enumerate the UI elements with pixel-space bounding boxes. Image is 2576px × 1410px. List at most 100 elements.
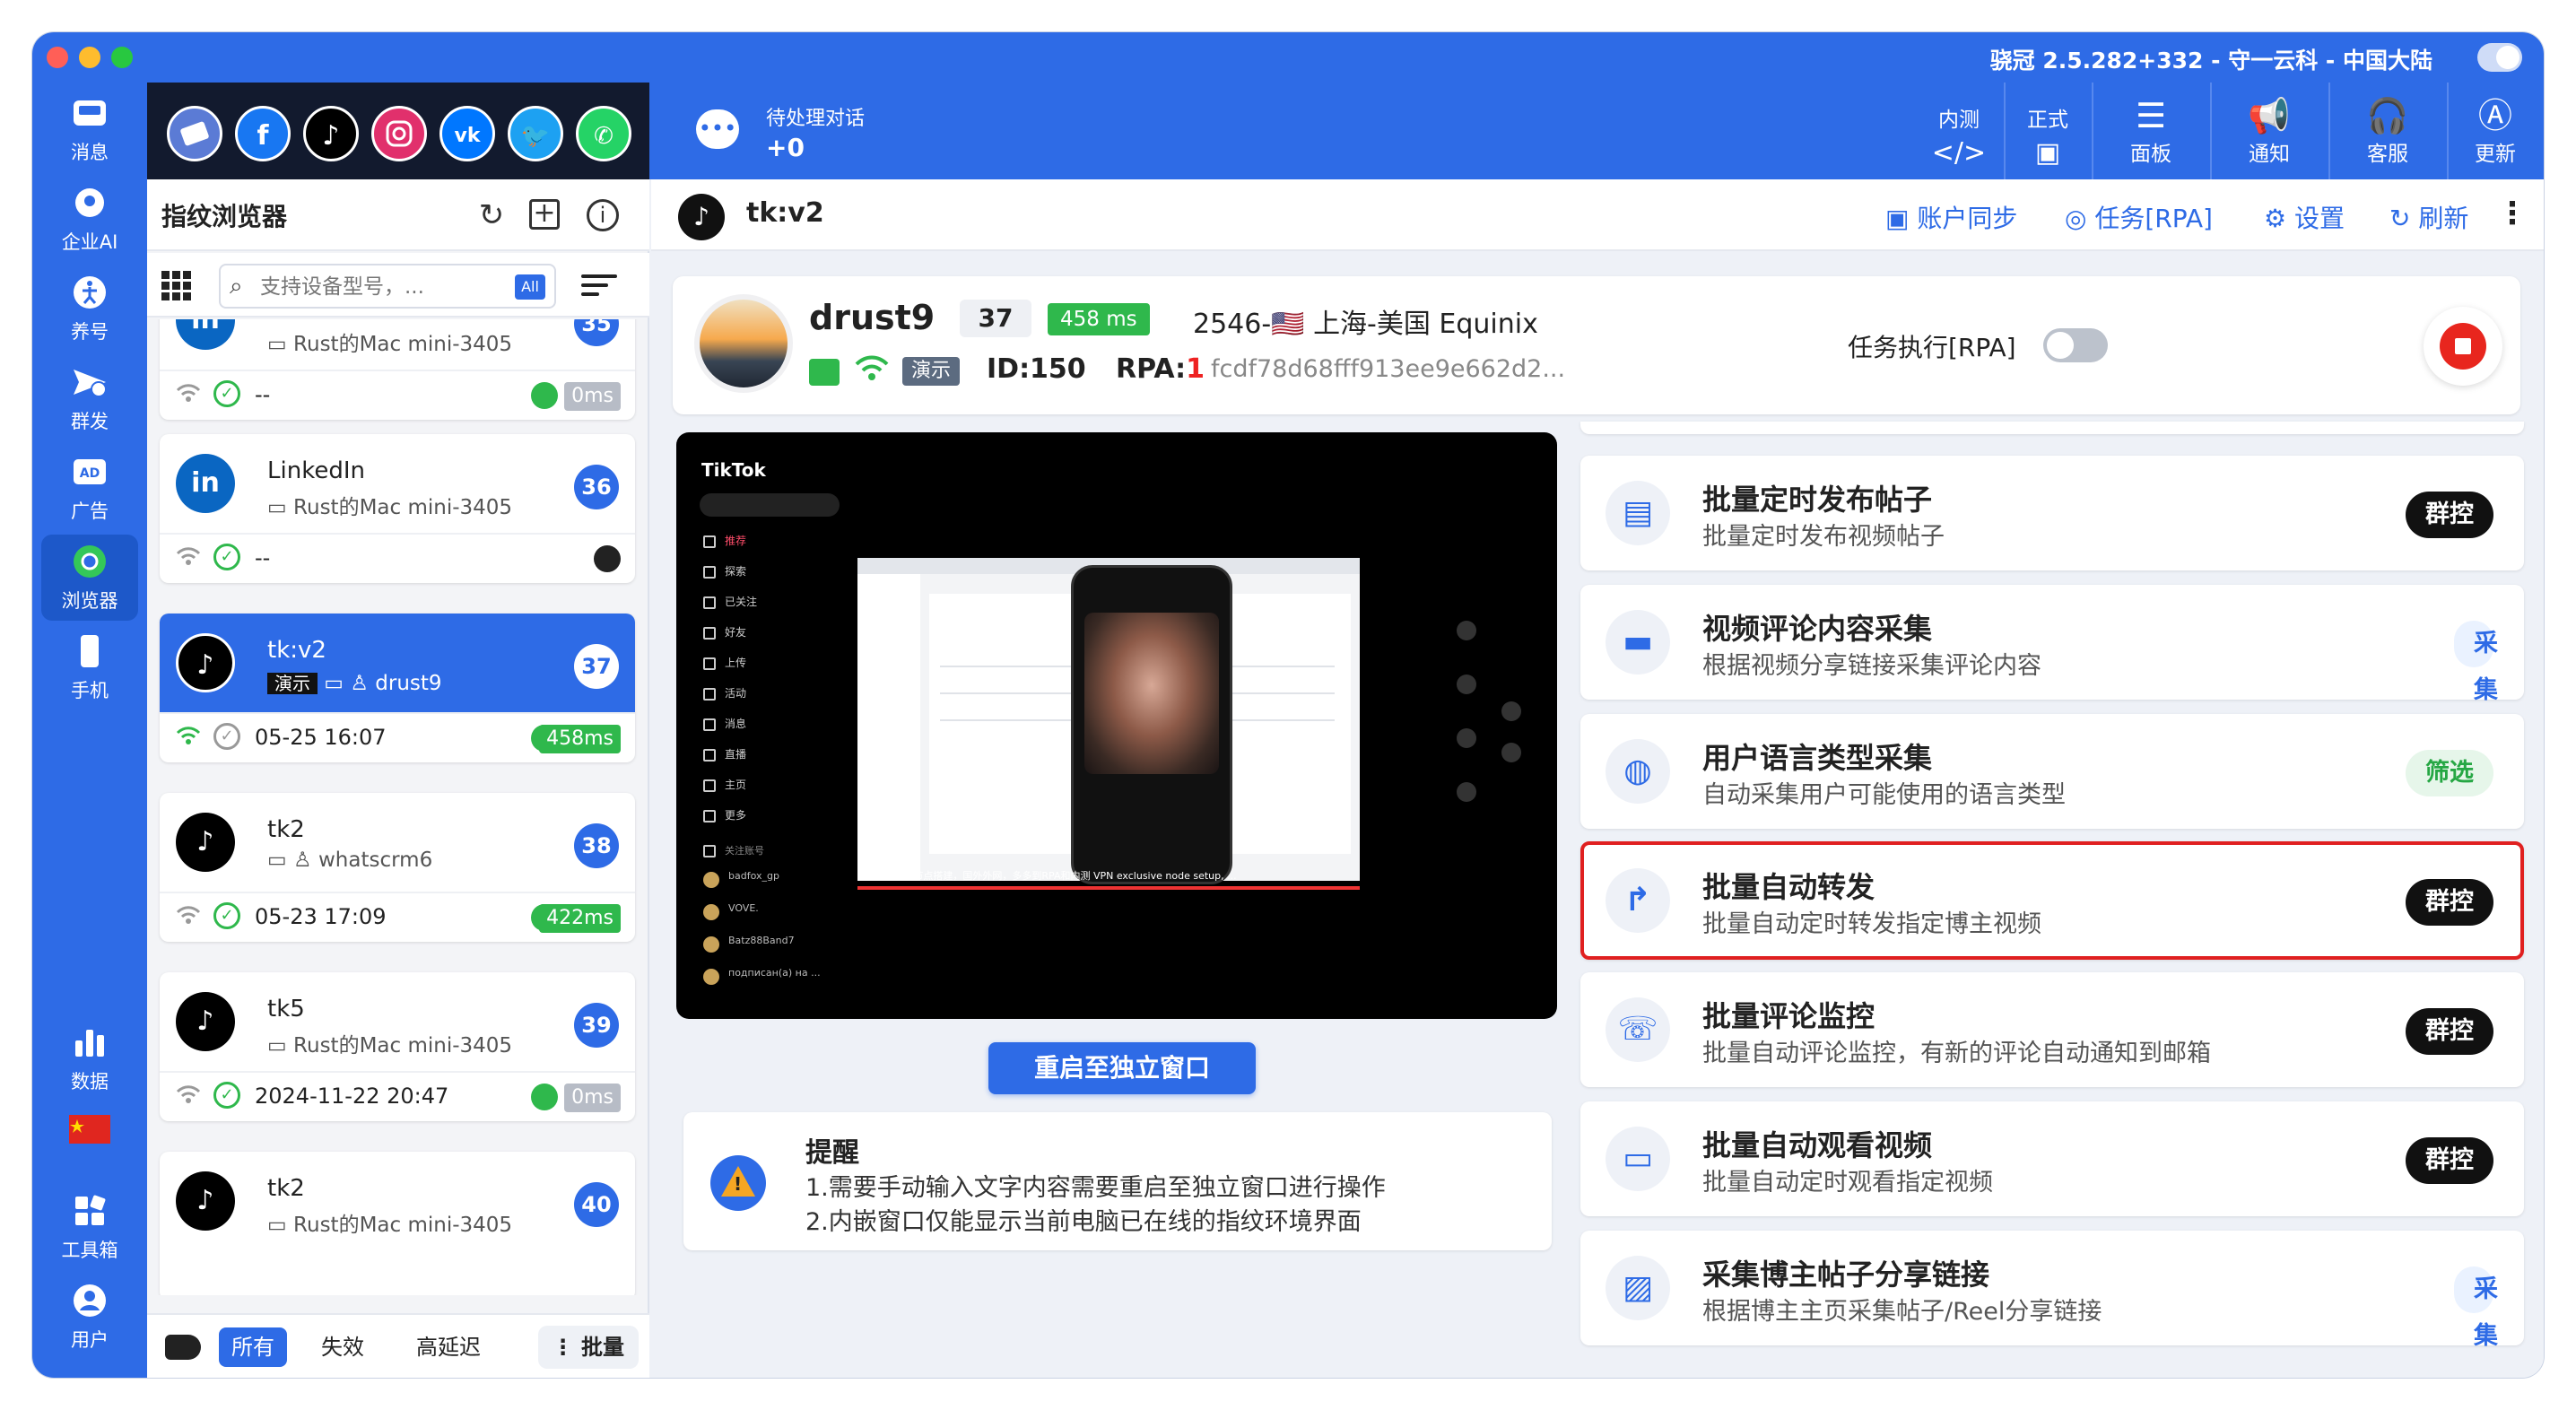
platform-bar: f ♪ vk 🐦 ✆ (147, 83, 649, 179)
browser-platform-icon[interactable] (167, 106, 222, 161)
task-description: 自动采集用户可能使用的语言类型 (1702, 781, 2066, 809)
toolbox-icon (68, 1191, 111, 1234)
restart-standalone-button[interactable]: 重启至独立窗口 (988, 1042, 1256, 1094)
task-card[interactable]: ▭ 批量自动观看视频 批量自动定时观看指定视频 群控 (1580, 1101, 2524, 1216)
account-card-active[interactable]: ♪ tk:v2 演示 ▭ ♙ drust9 37 ✓ 05-25 16:07 4… (160, 614, 635, 762)
rpa-task-button[interactable]: ◎ 任务[RPA] (2065, 199, 2213, 235)
account-card[interactable]: ♪ tk2 ▭ ♙ whatscrm6 38 ✓ 05-23 17:09 422… (160, 793, 635, 942)
task-card[interactable]: ☏ 批量评论监控 批量自动评论监控，有新的评论自动通知到邮箱 群控 (1580, 972, 2524, 1087)
task-action-button[interactable]: 群控 (2406, 1137, 2493, 1184)
preview-user: Batz88Band7 (703, 935, 865, 958)
embedded-browser-preview[interactable]: TikTok 推荐 探索 已关注 好友 上传 活动 消息 直播 主页 更多 关注… (676, 432, 1557, 1019)
task-card[interactable]: ▬ 视频评论内容采集 根据视频分享链接采集评论内容 采集 (1580, 585, 2524, 704)
all-filter-badge[interactable]: All (515, 274, 545, 300)
rail-item-browser[interactable]: 浏览器 (41, 535, 138, 621)
warning-icon: ! (710, 1155, 766, 1211)
rail-item-broadcast[interactable]: 群发 (41, 355, 138, 441)
account-card[interactable]: in LinkedIn ▭ Rust的Mac mini-3405 36 ✓ -- (160, 434, 635, 583)
rail-item-user[interactable]: 用户 (41, 1274, 138, 1360)
update-button[interactable]: Ⓐ 更新 (2449, 83, 2542, 179)
preview-nav-item: 好友 (703, 624, 820, 639)
account-index-badge: 39 (574, 1003, 619, 1048)
more-icon[interactable]: ⋮ (2497, 196, 2528, 231)
rail-item-data[interactable]: 数据 (41, 1015, 138, 1101)
rail-item-nurture[interactable]: 养号 (41, 265, 138, 352)
filter-all-button[interactable]: 所有 (219, 1327, 287, 1367)
run-icon (68, 273, 111, 316)
flag-icon (68, 1112, 111, 1155)
search-input[interactable] (260, 271, 502, 303)
task-action-button[interactable]: 群控 (2406, 1008, 2493, 1055)
preview-following-title: 关注账号 (703, 843, 820, 857)
task-card[interactable]: ▨ 采集博主帖子分享链接 根据博主主页采集帖子/Reel分享链接 采集 (1580, 1231, 2524, 1350)
official-button[interactable]: 正式 ▣ (2006, 83, 2090, 179)
account-sync-button[interactable]: ▣ 账户同步 (1885, 199, 2017, 235)
phone-icon (68, 631, 111, 675)
title-toggle[interactable] (2477, 43, 2522, 72)
rail-label: 养号 (71, 321, 109, 343)
check-icon: ✓ (213, 380, 240, 407)
batch-button[interactable]: ⋮ 批量 (537, 1326, 639, 1369)
send-icon (68, 362, 111, 405)
account-card[interactable]: in ▭ Rust的Mac mini-3405 35 ✓ -- 0ms (160, 319, 635, 420)
add-icon[interactable]: + (529, 199, 560, 230)
vk-icon[interactable]: vk (439, 106, 495, 161)
chat-bubble-icon[interactable]: ••• (696, 109, 739, 149)
stop-button[interactable] (2424, 307, 2502, 386)
maximize-window-button[interactable] (111, 47, 133, 68)
filter-invalid-button[interactable]: 失效 (309, 1327, 377, 1367)
rail-item-enterprise-ai[interactable]: 企业AI (41, 176, 138, 262)
preview-user: VOVE. (703, 902, 865, 926)
rail-label: 企业AI (61, 231, 118, 253)
search-icon: ⌕ (230, 273, 243, 300)
filter-high-latency-button[interactable]: 高延迟 (404, 1327, 493, 1367)
support-button[interactable]: 🎧 客服 (2330, 83, 2445, 179)
grid-icon[interactable] (161, 271, 192, 301)
info-icon[interactable]: i (587, 199, 619, 231)
card-status: ✓ -- 0ms (160, 370, 635, 420)
account-card[interactable]: ♪ tk2 ▭ Rust的Mac mini-3405 40 (160, 1152, 635, 1295)
region-flag-cn[interactable] (41, 1105, 138, 1159)
task-action-button[interactable]: 采集 (2454, 1266, 2498, 1350)
panel-button[interactable]: ☰ 面板 (2093, 83, 2208, 179)
twitter-icon[interactable]: 🐦 (508, 106, 563, 161)
preview-user: badfox_gp (703, 870, 865, 893)
task-action-button[interactable]: 采集 (2454, 621, 2498, 704)
demo-tag: 演示 (267, 673, 318, 694)
task-description: 批量定时发布视频帖子 (1702, 523, 1945, 551)
rail-item-toolbox[interactable]: 工具箱 (41, 1184, 138, 1270)
device-name: Rust的Mac mini-3405 (293, 1034, 513, 1058)
sidebar-title: 指纹浏览器 (161, 202, 288, 231)
sort-icon[interactable] (581, 269, 617, 301)
rail-item-messages[interactable]: 消息 (41, 86, 138, 172)
close-window-button[interactable] (47, 47, 68, 68)
post-icon: ▤ (1606, 481, 1670, 545)
settings-button[interactable]: ⚙ 设置 (2264, 199, 2345, 235)
refresh-icon[interactable]: ↻ (472, 196, 511, 235)
instagram-icon[interactable] (371, 106, 427, 161)
task-card-highlighted[interactable]: ↱ 批量自动转发 批量自动定时转发指定博主视频 群控 (1580, 841, 2524, 960)
code-icon: </> (1931, 137, 1987, 169)
rpa-execute-toggle[interactable] (2043, 328, 2108, 362)
nav-rail: 消息 企业AI 养号 群发 AD 广告 浏览器 手机 数据 工具箱 用户 (32, 83, 147, 1378)
task-card[interactable]: ◍ 用户语言类型采集 自动采集用户可能使用的语言类型 筛选 (1580, 714, 2524, 829)
intranet-button[interactable]: 内测 </> (1916, 83, 2002, 179)
whatsapp-icon[interactable]: ✆ (576, 106, 631, 161)
refresh-button[interactable]: ↻ 刷新 (2389, 199, 2468, 235)
account-card[interactable]: ♪ tk5 ▭ Rust的Mac mini-3405 39 ✓ 2024-11-… (160, 972, 635, 1121)
task-title: 批量定时发布帖子 (1702, 483, 1933, 517)
account-device: 演示 ▭ ♙ drust9 (267, 669, 442, 695)
notify-button[interactable]: 📢 通知 (2212, 83, 2327, 179)
facebook-icon[interactable]: f (235, 106, 291, 161)
tag-icon[interactable] (165, 1335, 201, 1360)
task-card[interactable]: ▤ 批量定时发布帖子 批量定时发布视频帖子 群控 (1580, 456, 2524, 570)
tiktok-icon[interactable]: ♪ (303, 106, 359, 161)
minimize-window-button[interactable] (79, 47, 100, 68)
task-action-button[interactable]: 群控 (2406, 492, 2493, 538)
preview-like-icon (1457, 621, 1476, 640)
task-action-button[interactable]: 群控 (2406, 879, 2493, 926)
rail-item-phone[interactable]: 手机 (41, 624, 138, 710)
user-icon (68, 1281, 111, 1324)
task-action-button[interactable]: 筛选 (2406, 750, 2493, 796)
rail-item-ads[interactable]: AD 广告 (41, 445, 138, 531)
